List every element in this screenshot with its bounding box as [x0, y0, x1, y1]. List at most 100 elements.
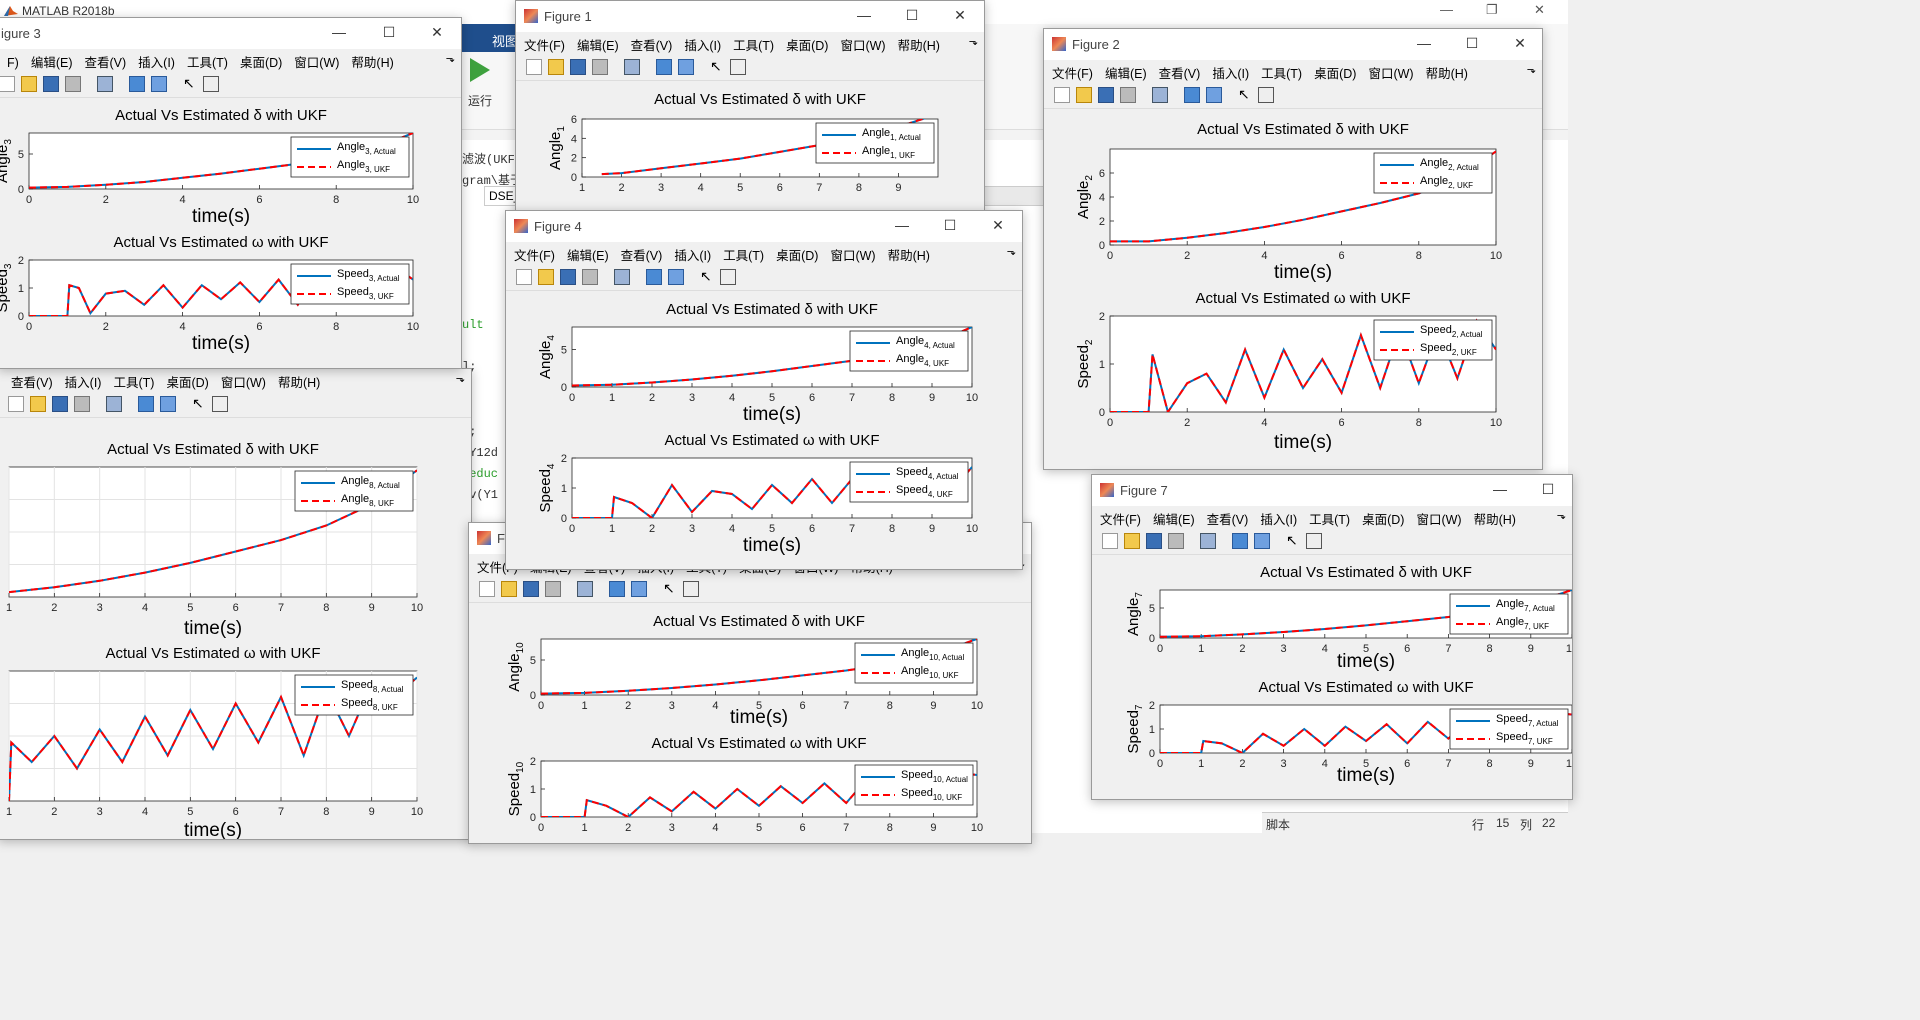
print-icon[interactable]	[74, 396, 90, 412]
minimize-icon[interactable]: —	[1414, 35, 1434, 51]
pointer-icon[interactable]: ↖	[1238, 87, 1252, 101]
link-icon[interactable]	[1152, 87, 1168, 103]
menu-item[interactable]: 工具(T)	[1261, 63, 1306, 82]
menu-item[interactable]: 编辑(E)	[577, 35, 623, 54]
property-editor-icon[interactable]	[720, 269, 736, 285]
menu-item[interactable]: 帮助(H)	[351, 52, 397, 71]
menu-item[interactable]: 帮助(H)	[1474, 509, 1520, 528]
colorbar-icon[interactable]	[646, 269, 662, 285]
close-icon[interactable]: ✕	[950, 7, 970, 24]
print-icon[interactable]	[65, 76, 81, 92]
figure-1-window[interactable]: Figure 1 — ☐ ✕ 文件(F) 编辑(E) 查看(V) 插入(I) 工具(T)…	[515, 0, 985, 214]
close-icon[interactable]: ✕	[1510, 35, 1530, 52]
colorbar-icon[interactable]	[1232, 533, 1248, 549]
print-icon[interactable]	[582, 269, 598, 285]
pointer-icon[interactable]: ↖	[192, 396, 206, 410]
property-editor-icon[interactable]	[1306, 533, 1322, 549]
open-icon[interactable]	[548, 59, 564, 75]
menu-item[interactable]: 插入(I)	[1212, 63, 1253, 82]
menu-item[interactable]: 查看(V)	[84, 52, 130, 71]
menu-item[interactable]: 编辑(E)	[31, 52, 77, 71]
menu-item[interactable]: 桌面(D)	[1362, 509, 1408, 528]
print-icon[interactable]	[545, 581, 561, 597]
menu-item[interactable]: 窗口(W)	[1368, 63, 1417, 82]
new-figure-icon[interactable]	[0, 76, 15, 92]
colorbar-icon[interactable]	[656, 59, 672, 75]
menu-item[interactable]: 查看(V)	[1159, 63, 1205, 82]
new-figure-icon[interactable]	[516, 269, 532, 285]
property-editor-icon[interactable]	[203, 76, 219, 92]
pointer-icon[interactable]: ↖	[663, 581, 677, 595]
menu-item[interactable]: 桌面(D)	[240, 52, 286, 71]
pointer-icon[interactable]: ↖	[1286, 533, 1300, 547]
colorbar-icon[interactable]	[609, 581, 625, 597]
legend-icon[interactable]	[1206, 87, 1222, 103]
link-icon[interactable]	[624, 59, 640, 75]
menu-item[interactable]: 插入(I)	[1260, 509, 1301, 528]
print-icon[interactable]	[1120, 87, 1136, 103]
menu-item[interactable]: 桌面(D)	[786, 35, 832, 54]
colorbar-icon[interactable]	[138, 396, 154, 412]
open-icon[interactable]	[538, 269, 554, 285]
save-icon[interactable]	[560, 269, 576, 285]
minimize-icon[interactable]: —	[329, 24, 349, 40]
run-label[interactable]: 运行	[468, 92, 492, 109]
figure-4-window[interactable]: Figure 4 — ☐ ✕ 文件(F) 编辑(E) 查看(V) 插入(I) 工具(T)…	[505, 210, 1023, 570]
legend-icon[interactable]	[631, 581, 647, 597]
pointer-icon[interactable]: ↖	[700, 269, 714, 283]
property-editor-icon[interactable]	[683, 581, 699, 597]
toolbar-toggle-icon[interactable]: ⬎	[969, 35, 978, 48]
link-icon[interactable]	[97, 76, 113, 92]
pointer-icon[interactable]: ↖	[183, 76, 197, 90]
menu-item[interactable]: 工具(T)	[113, 372, 158, 391]
maximize-icon[interactable]: ☐	[940, 217, 960, 234]
menu-item[interactable]: 编辑(E)	[1105, 63, 1151, 82]
pointer-icon[interactable]: ↖	[710, 59, 724, 73]
menu-item[interactable]: 窗口(W)	[221, 372, 270, 391]
maximize-icon[interactable]: ☐	[379, 24, 399, 41]
minimize-icon[interactable]: —	[854, 7, 874, 23]
toolbar-toggle-icon[interactable]: ⬎	[456, 372, 465, 385]
menu-item[interactable]: 编辑(E)	[567, 245, 613, 264]
menu-item[interactable]: 插入(I)	[138, 52, 179, 71]
print-icon[interactable]	[1168, 533, 1184, 549]
maximize-icon[interactable]: ❐	[1486, 2, 1498, 18]
legend-icon[interactable]	[668, 269, 684, 285]
figure-8-window[interactable]: 查看(V) 插入(I) 工具(T) 桌面(D) 窗口(W) 帮助(H) ⬎ ↖ Actual…	[0, 368, 472, 840]
figure-7-window[interactable]: Figure 7 — ☐ 文件(F) 编辑(E) 查看(V) 插入(I) 工具(T) 桌面…	[1091, 474, 1573, 800]
run-icon[interactable]	[470, 58, 490, 82]
menu-item[interactable]: 窗口(W)	[1416, 509, 1465, 528]
link-icon[interactable]	[1200, 533, 1216, 549]
new-figure-icon[interactable]	[526, 59, 542, 75]
save-icon[interactable]	[570, 59, 586, 75]
save-icon[interactable]	[52, 396, 68, 412]
new-figure-icon[interactable]	[479, 581, 495, 597]
minimize-icon[interactable]: —	[1440, 2, 1453, 17]
menu-item[interactable]: 文件(F)	[1052, 63, 1097, 82]
menu-item[interactable]: 插入(I)	[684, 35, 725, 54]
save-icon[interactable]	[523, 581, 539, 597]
minimize-icon[interactable]: —	[892, 217, 912, 233]
menu-item[interactable]: 插入(I)	[674, 245, 715, 264]
menu-item[interactable]: 工具(T)	[1309, 509, 1354, 528]
link-icon[interactable]	[577, 581, 593, 597]
menu-item[interactable]: 帮助(H)	[278, 372, 324, 391]
property-editor-icon[interactable]	[730, 59, 746, 75]
open-icon[interactable]	[1076, 87, 1092, 103]
figure-10-window[interactable]: Fi 文件(F)编辑(E)查看(V)插入(I)工具(T)桌面(D)窗口(W)帮助…	[468, 522, 1032, 844]
toolbar-toggle-icon[interactable]: ⬎	[1007, 245, 1016, 258]
menu-item[interactable]: 帮助(H)	[888, 245, 934, 264]
new-figure-icon[interactable]	[1102, 533, 1118, 549]
menu-item[interactable]: 桌面(D)	[166, 372, 212, 391]
menu-item[interactable]: 文件(F)	[524, 35, 569, 54]
new-figure-icon[interactable]	[8, 396, 24, 412]
colorbar-icon[interactable]	[129, 76, 145, 92]
menu-item[interactable]: 帮助(H)	[898, 35, 944, 54]
menu-item[interactable]: 查看(V)	[621, 245, 667, 264]
new-figure-icon[interactable]	[1054, 87, 1070, 103]
toolbar-toggle-icon[interactable]: ⬎	[1527, 63, 1536, 76]
open-icon[interactable]	[21, 76, 37, 92]
save-icon[interactable]	[1098, 87, 1114, 103]
menu-item[interactable]: 桌面(D)	[776, 245, 822, 264]
minimize-icon[interactable]: —	[1490, 481, 1510, 497]
